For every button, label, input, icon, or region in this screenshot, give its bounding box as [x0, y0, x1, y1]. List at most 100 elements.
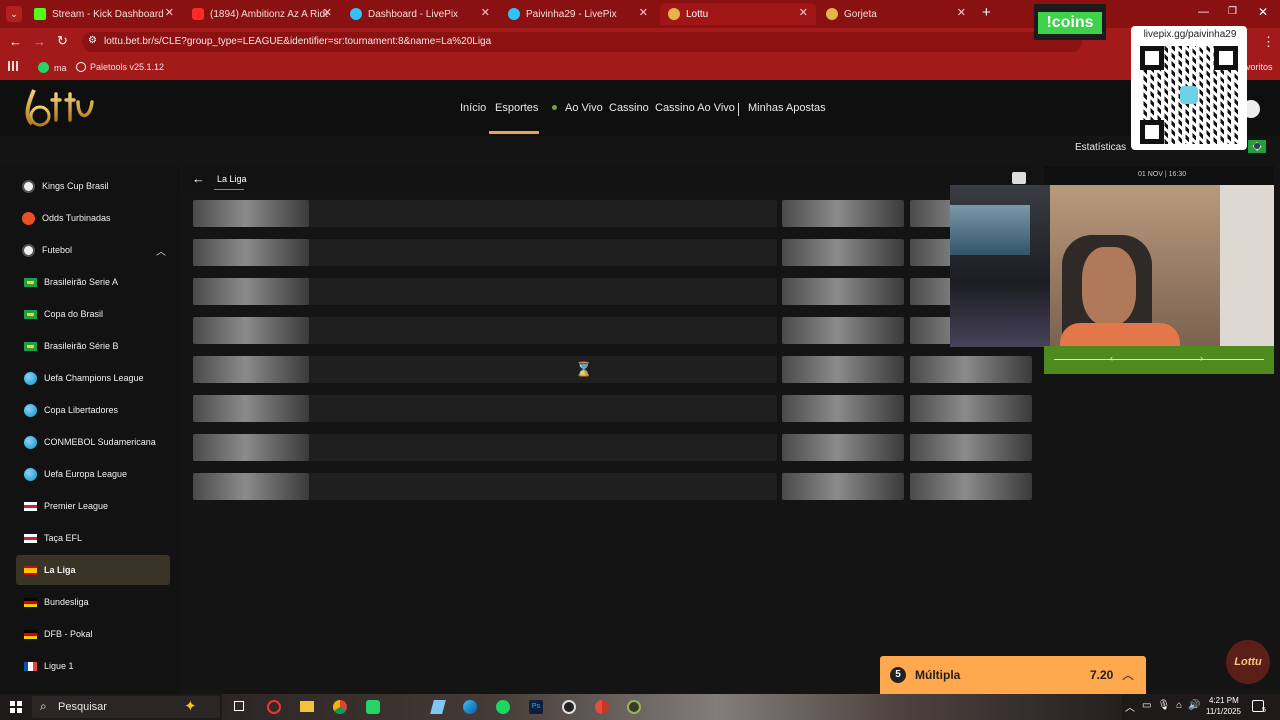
tab-livepix-dashboard[interactable]: Dashboard - LivePix ✕: [342, 3, 498, 25]
all-bookmarks-label[interactable]: voritos: [1246, 62, 1273, 72]
sidebar-item-odds-turbinadas[interactable]: Odds Turbinadas: [16, 203, 170, 233]
germany-flag: [24, 629, 37, 639]
back-arrow-icon[interactable]: ←: [9, 34, 22, 49]
sidebar-item-kings-cup[interactable]: Kings Cup Brasil: [16, 171, 170, 201]
bet-slip-bar[interactable]: 5 Múltipla 7.20 ︿: [880, 656, 1146, 694]
livepix-url: livepix.gg/paivinha29: [1143, 29, 1237, 40]
file-explorer-icon[interactable]: [300, 701, 314, 712]
close-icon[interactable]: ✕: [957, 6, 966, 19]
skeleton-shimmer: [782, 434, 904, 461]
chrome-icon[interactable]: [333, 700, 347, 714]
windows-start-icon[interactable]: [10, 701, 22, 713]
url-bar[interactable]: ⚙ lottu.bet.br/s/CLE?group_type=LEAGUE&i…: [82, 32, 1082, 52]
apps-grid-icon[interactable]: [8, 61, 18, 71]
clock-date[interactable]: 11/1/2025: [1206, 707, 1241, 716]
sidebar-item-copa-do-brasil[interactable]: Copa do Brasil: [16, 299, 170, 329]
reload-icon[interactable]: ↻: [57, 33, 68, 49]
spotify-icon[interactable]: [496, 700, 510, 714]
sidebar-item-bundesliga[interactable]: Bundesliga: [16, 587, 170, 617]
tab-label: Stream - Kick Dashboard: [52, 8, 164, 20]
close-window-button[interactable]: ✕: [1258, 5, 1268, 19]
print-icon[interactable]: [1012, 172, 1026, 184]
stats-label[interactable]: Estatísticas: [1075, 142, 1126, 153]
lottu-floating-button[interactable]: Lottu: [1226, 640, 1270, 684]
breadcrumb[interactable]: La Liga: [217, 174, 247, 184]
nav-minhas-apostas[interactable]: Minhas Apostas: [748, 102, 826, 114]
new-tab-button[interactable]: +: [982, 4, 991, 21]
sidebar-item-taca-efl[interactable]: Taça EFL: [16, 523, 170, 553]
sidebar-item-label: Futebol: [42, 245, 73, 255]
lottu-logo[interactable]: [20, 86, 98, 128]
sidebar-item-brasileirao-serie-b[interactable]: Brasileirão Série B: [16, 331, 170, 361]
sidebar-item-libertadores[interactable]: Copa Libertadores: [16, 395, 170, 425]
sidebar-item-la-liga[interactable]: La Liga: [16, 555, 170, 585]
close-icon[interactable]: ✕: [799, 6, 808, 19]
close-icon[interactable]: ✕: [165, 6, 174, 19]
minimize-window-button[interactable]: —: [1198, 6, 1209, 18]
obs-icon[interactable]: [562, 700, 576, 714]
sidebar-item-label: Copa do Brasil: [44, 309, 104, 319]
edge-icon[interactable]: [463, 700, 477, 714]
nav-esportes[interactable]: Esportes: [495, 102, 538, 114]
tab-label: Gorjeta: [844, 8, 877, 20]
taskbar-search[interactable]: ⌕ Pesquisar ✦: [32, 696, 220, 718]
whatsapp-app-icon[interactable]: [366, 700, 380, 714]
clock-time[interactable]: 4:21 PM: [1209, 696, 1239, 705]
bet-count-badge: 5: [890, 667, 906, 683]
sidebar-item-sudamericana[interactable]: CONMEBOL Sudamericana: [16, 427, 170, 457]
nav-ao-vivo[interactable]: Ao Vivo: [565, 102, 603, 114]
forward-arrow-icon[interactable]: →: [33, 34, 46, 49]
skeleton-shimmer: [782, 278, 904, 305]
sidebar-item-label: Uefa Champions League: [44, 373, 144, 383]
chevron-up-icon[interactable]: ︿: [156, 243, 166, 258]
sidebar-item-label: Brasileirão Série B: [44, 341, 119, 351]
sidebar-item-europa-league[interactable]: Uefa Europa League: [16, 459, 170, 489]
sidebar-item-label: Uefa Europa League: [44, 469, 128, 479]
sidebar-item-label: Copa Libertadores: [44, 405, 119, 415]
chevron-up-icon[interactable]: ︿: [1122, 666, 1134, 683]
brazil-flag: [24, 309, 37, 319]
close-icon[interactable]: ✕: [323, 6, 332, 19]
goal-progress-track: [1054, 359, 1264, 360]
back-arrow-icon[interactable]: ←: [192, 171, 205, 186]
bookmark-ma[interactable]: ma: [38, 62, 67, 73]
tab-livepix-paivinha[interactable]: Paivinha29 - LivePix ✕: [500, 3, 656, 25]
bookmarks-bar: ma Paletools v25.1.12 voritos: [0, 56, 1280, 80]
tab-kick-dashboard[interactable]: Stream - Kick Dashboard ✕: [26, 3, 182, 25]
tab-youtube[interactable]: (1894) Ambitionz Az A Ridah - Y ✕: [184, 3, 340, 25]
skeleton-shimmer: [910, 356, 1032, 383]
skeleton-shimmer: [910, 395, 1032, 422]
tray-chevron-icon[interactable]: ︿: [1125, 699, 1135, 714]
tab-gorjeta[interactable]: Gorjeta ✕: [818, 3, 974, 25]
youtube-icon: [192, 8, 204, 20]
photoshop-icon[interactable]: Ps: [529, 700, 543, 714]
app-icon-1[interactable]: [267, 700, 281, 714]
sidebar-item-futebol[interactable]: Futebol ︿: [16, 235, 170, 265]
chrome-red-icon[interactable]: [595, 700, 609, 714]
menu-dots-icon[interactable]: ⋮: [1262, 34, 1275, 50]
close-icon[interactable]: ✕: [481, 6, 490, 19]
site-info-icon[interactable]: ⚙: [88, 35, 97, 46]
sidebar-item-dfb-pokal[interactable]: DFB - Pokal: [16, 619, 170, 649]
sidebar-item-label: Bundesliga: [44, 597, 89, 607]
tray-icons[interactable]: ▭🎙⌂🔊: [1142, 700, 1207, 711]
sidebar-item-champions-league[interactable]: Uefa Champions League: [16, 363, 170, 393]
breadcrumb-underline: [214, 189, 244, 190]
close-icon[interactable]: ✕: [639, 6, 648, 19]
spain-flag: [24, 565, 37, 575]
nav-inicio[interactable]: Início: [460, 102, 486, 114]
task-view-icon[interactable]: [234, 701, 244, 711]
bookmark-paletools[interactable]: Paletools v25.1.12: [76, 62, 164, 72]
bookmark-label: ma: [54, 62, 67, 73]
sidebar-item-premier-league[interactable]: Premier League: [16, 491, 170, 521]
nav-cassino[interactable]: Cassino: [609, 102, 649, 114]
restore-window-button[interactable]: ❐: [1228, 6, 1237, 17]
tab-search-button[interactable]: ⌄: [6, 6, 22, 22]
nav-cassino-ao-vivo[interactable]: Cassino Ao Vivo: [655, 102, 735, 114]
tab-lottu[interactable]: Lottu ✕: [660, 3, 816, 25]
sidebar-item-ligue-1[interactable]: Ligue 1: [16, 651, 170, 681]
skeleton-shimmer: [193, 239, 309, 266]
sidebar-item-brasileirao-serie-a[interactable]: Brasileirão Serie A: [16, 267, 170, 297]
brazil-flag[interactable]: [1248, 140, 1266, 153]
app-icon-3[interactable]: [627, 700, 641, 714]
